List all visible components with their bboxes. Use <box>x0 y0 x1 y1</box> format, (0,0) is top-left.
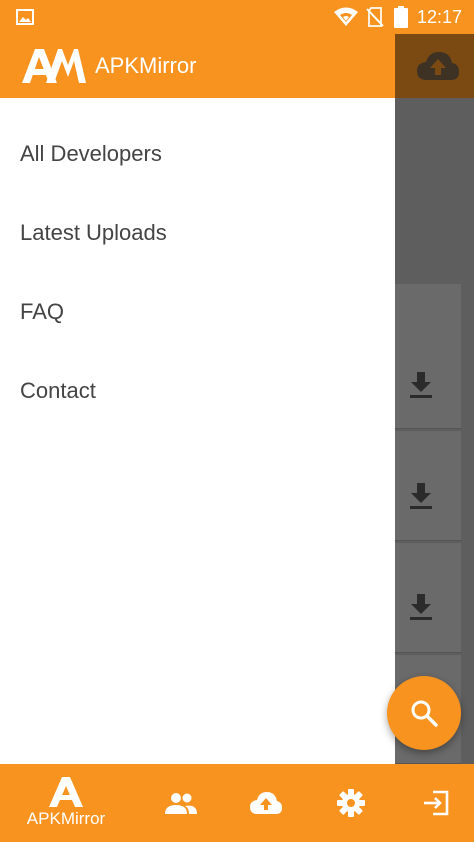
nav-apkmirror-label: APKMirror <box>26 809 106 828</box>
background-card <box>395 284 461 429</box>
apkmirror-logo-icon <box>22 49 86 83</box>
menu-item-label: Latest Uploads <box>20 219 167 245</box>
menu-item-label: FAQ <box>20 298 65 324</box>
menu-item-label: All Developers <box>20 140 162 166</box>
nav-settings[interactable] <box>330 764 372 842</box>
search-fab[interactable] <box>387 676 461 750</box>
battery-icon <box>394 6 408 28</box>
nav-apkmirror[interactable]: APKMirror <box>14 764 118 842</box>
gear-icon <box>337 789 365 817</box>
menu-item-contact[interactable]: Contact <box>0 351 395 430</box>
download-icon <box>410 594 432 620</box>
status-time: 12:17 <box>416 7 462 27</box>
no-sim-icon <box>366 7 384 27</box>
menu-item-label: Contact <box>20 377 96 403</box>
nav-upload[interactable] <box>245 764 287 842</box>
menu-item-all-developers[interactable]: All Developers <box>0 114 395 193</box>
drawer-menu: All Developers Latest Uploads FAQ Contac… <box>0 98 395 430</box>
menu-item-latest-uploads[interactable]: Latest Uploads <box>0 193 395 272</box>
cloud-upload-icon <box>250 792 282 814</box>
cloud-upload-icon <box>417 52 459 80</box>
image-notification-icon <box>16 9 34 25</box>
download-icon <box>410 372 432 398</box>
apkmirror-logo-icon <box>49 777 83 807</box>
search-icon <box>411 700 438 727</box>
menu-item-faq[interactable]: FAQ <box>0 272 395 351</box>
people-icon <box>165 793 197 814</box>
bottom-navigation: APKMirror <box>0 764 474 842</box>
wifi-icon <box>334 7 358 26</box>
nav-developers[interactable] <box>160 764 202 842</box>
nav-exit[interactable] <box>415 764 457 842</box>
drawer-app-title: APKMirror <box>95 53 197 78</box>
status-bar: 12:17 <box>0 0 474 34</box>
navigation-drawer: APKMirror All Developers Latest Uploads … <box>0 34 395 764</box>
download-icon <box>410 483 432 509</box>
drawer-header: APKMirror <box>0 34 395 98</box>
exit-icon <box>424 790 449 816</box>
